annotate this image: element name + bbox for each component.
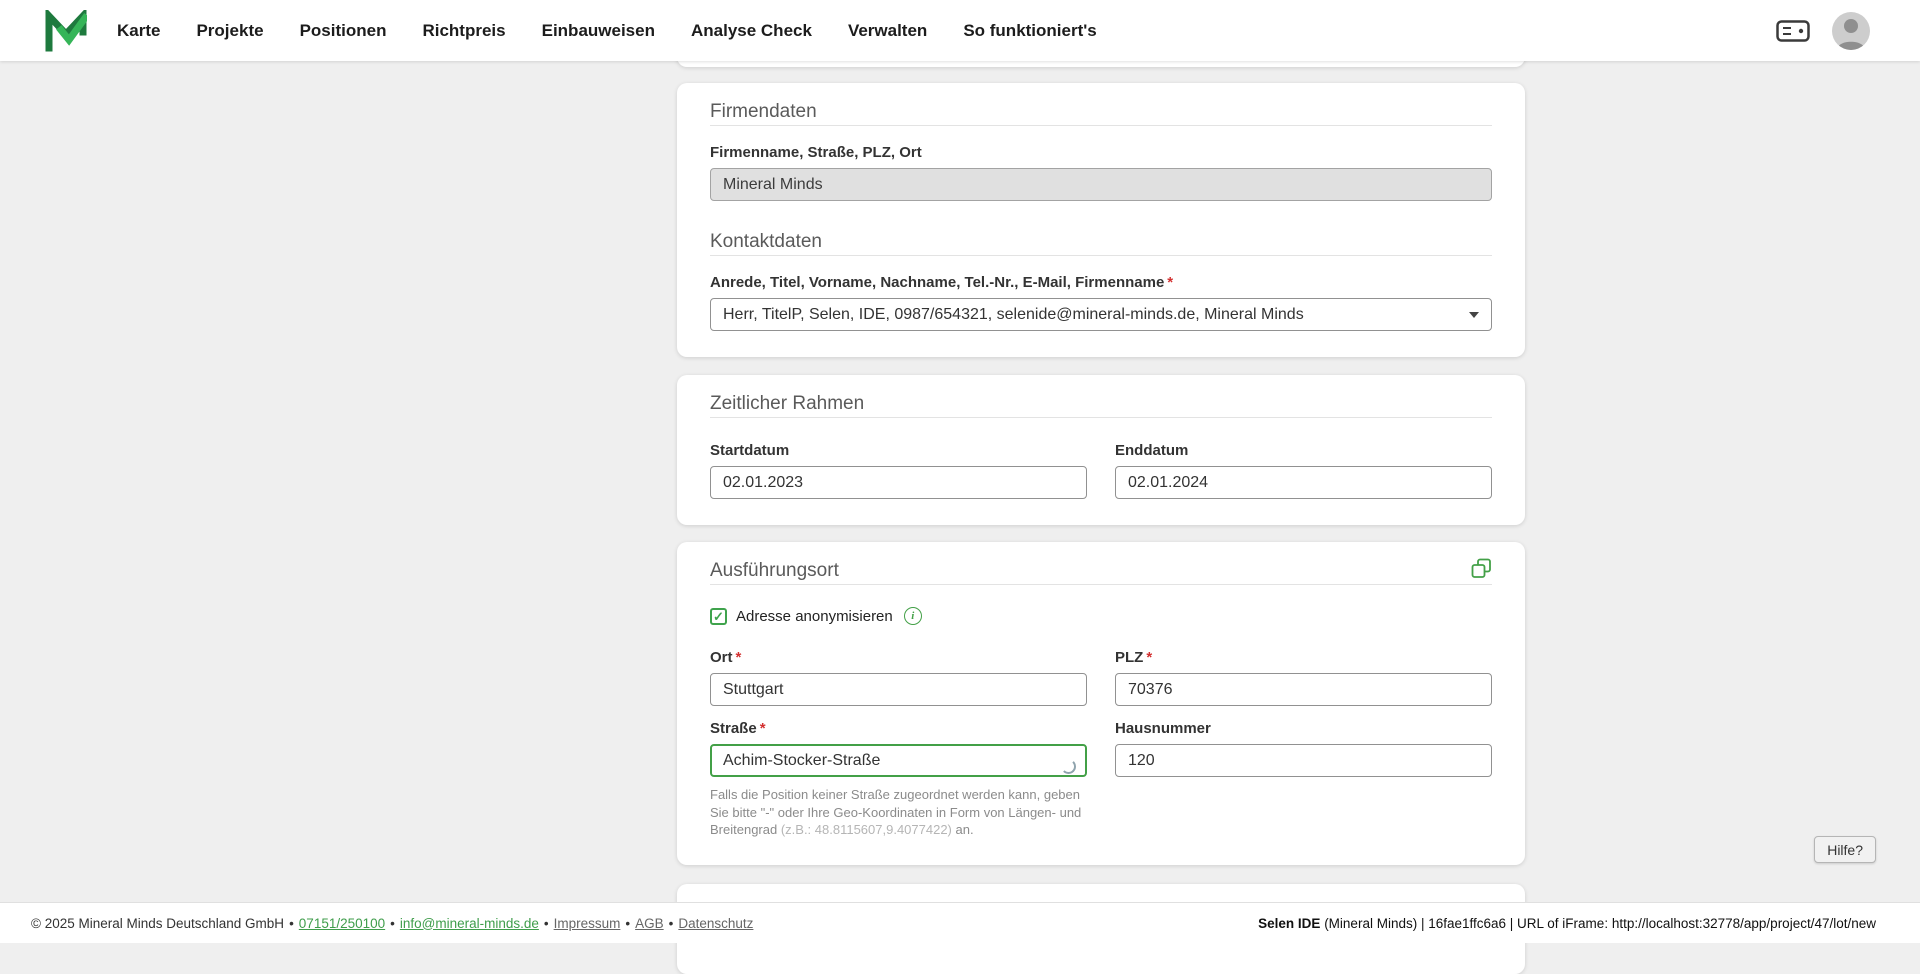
separator: • <box>625 915 631 931</box>
divider <box>710 125 1492 126</box>
copy-icon[interactable] <box>1471 558 1492 584</box>
footer-email-link[interactable]: info@mineral-minds.de <box>400 916 539 931</box>
startdatum-label: Startdatum <box>710 442 790 459</box>
nav-item-projekte[interactable]: Projekte <box>196 21 263 41</box>
kontakt-select-value: Herr, TitelP, Selen, IDE, 0987/654321, s… <box>723 305 1304 323</box>
info-icon[interactable]: i <box>903 607 922 625</box>
ort-label: Ort * <box>710 649 742 666</box>
footer-links: © 2025 Mineral Minds Deutschland GmbH • … <box>31 916 753 931</box>
page-footer: © 2025 Mineral Minds Deutschland GmbH • … <box>0 902 1920 943</box>
footer-agb-link[interactable]: AGB <box>635 916 664 931</box>
check-icon: ✓ <box>713 608 724 624</box>
separator: • <box>390 915 395 931</box>
ausfuehrungsort-card: Ausführungsort ✓ Adresse anonymisieren i… <box>677 542 1525 865</box>
required-marker: * <box>1167 274 1174 291</box>
required-marker: * <box>735 649 742 666</box>
footer-impressum-link[interactable]: Impressum <box>554 916 621 931</box>
footer-phone-link[interactable]: 07151/250100 <box>299 916 385 931</box>
enddatum-input[interactable] <box>1115 466 1492 499</box>
ort-input[interactable] <box>710 673 1087 706</box>
anonymize-checkbox[interactable]: ✓ <box>710 607 727 625</box>
divider <box>710 417 1492 418</box>
firmendaten-title: Firmendaten <box>710 101 817 122</box>
footer-datenschutz-link[interactable]: Datenschutz <box>678 916 753 931</box>
nav-item-positionen[interactable]: Positionen <box>300 21 387 41</box>
enddatum-label: Enddatum <box>1115 442 1189 459</box>
brand-logo[interactable] <box>45 6 90 52</box>
separator: • <box>289 915 294 931</box>
kontakt-label: Anrede, Titel, Vorname, Nachname, Tel.-N… <box>710 274 1174 291</box>
strasse-input[interactable] <box>710 744 1087 777</box>
required-marker: * <box>759 720 766 737</box>
nav-item-analyse-check[interactable]: Analyse Check <box>691 21 812 41</box>
plz-input[interactable] <box>1115 673 1492 706</box>
plz-label: PLZ * <box>1115 649 1153 666</box>
hausnummer-label: Hausnummer <box>1115 720 1211 737</box>
user-avatar[interactable] <box>1832 11 1870 50</box>
main-navigation: Karte Projekte Positionen Richtpreis Ein… <box>117 21 1097 41</box>
anonymize-label: Adresse anonymisieren <box>736 607 893 625</box>
strasse-label: Straße * <box>710 720 766 737</box>
divider <box>710 584 1492 585</box>
kontakt-select[interactable]: Herr, TitelP, Selen, IDE, 0987/654321, s… <box>710 298 1492 331</box>
divider <box>710 255 1492 256</box>
loading-spinner-icon <box>1061 759 1076 774</box>
nav-item-karte[interactable]: Karte <box>117 21 160 41</box>
ausfuehrungsort-title: Ausführungsort <box>710 560 839 581</box>
zeitraum-title: Zeitlicher Rahmen <box>710 393 865 414</box>
firmendaten-card: Firmendaten Firmenname, Straße, PLZ, Ort… <box>677 83 1525 357</box>
firmenname-input <box>710 168 1492 201</box>
footer-app-name: Selen IDE <box>1258 915 1321 931</box>
server-icon[interactable] <box>1776 19 1810 42</box>
hausnummer-input[interactable] <box>1115 744 1492 777</box>
kontaktdaten-title: Kontaktdaten <box>710 231 822 252</box>
help-button[interactable]: Hilfe? <box>1814 836 1876 863</box>
form-content: Firmendaten Firmenname, Straße, PLZ, Ort… <box>677 0 1525 974</box>
required-marker: * <box>1146 649 1153 666</box>
nav-item-so-funktionierts[interactable]: So funktioniert's <box>963 21 1096 41</box>
startdatum-input[interactable] <box>710 466 1087 499</box>
footer-debug-info: Selen IDE (Mineral Minds) | 16fae1ffc6a6… <box>1258 915 1876 931</box>
zeitraum-card: Zeitlicher Rahmen Startdatum Enddatum <box>677 375 1525 525</box>
copyright-text: © 2025 Mineral Minds Deutschland GmbH <box>31 915 285 931</box>
separator: • <box>543 915 549 931</box>
separator: • <box>668 915 674 931</box>
strasse-hint: Falls die Position keiner Straße zugeord… <box>710 787 1082 837</box>
top-navbar: Karte Projekte Positionen Richtpreis Ein… <box>0 0 1920 61</box>
nav-item-verwalten[interactable]: Verwalten <box>848 21 927 41</box>
chevron-down-icon <box>1469 312 1479 318</box>
nav-item-richtpreis[interactable]: Richtpreis <box>422 21 505 41</box>
firmenname-label: Firmenname, Straße, PLZ, Ort <box>710 144 922 161</box>
nav-item-einbauweisen[interactable]: Einbauweisen <box>542 21 655 41</box>
